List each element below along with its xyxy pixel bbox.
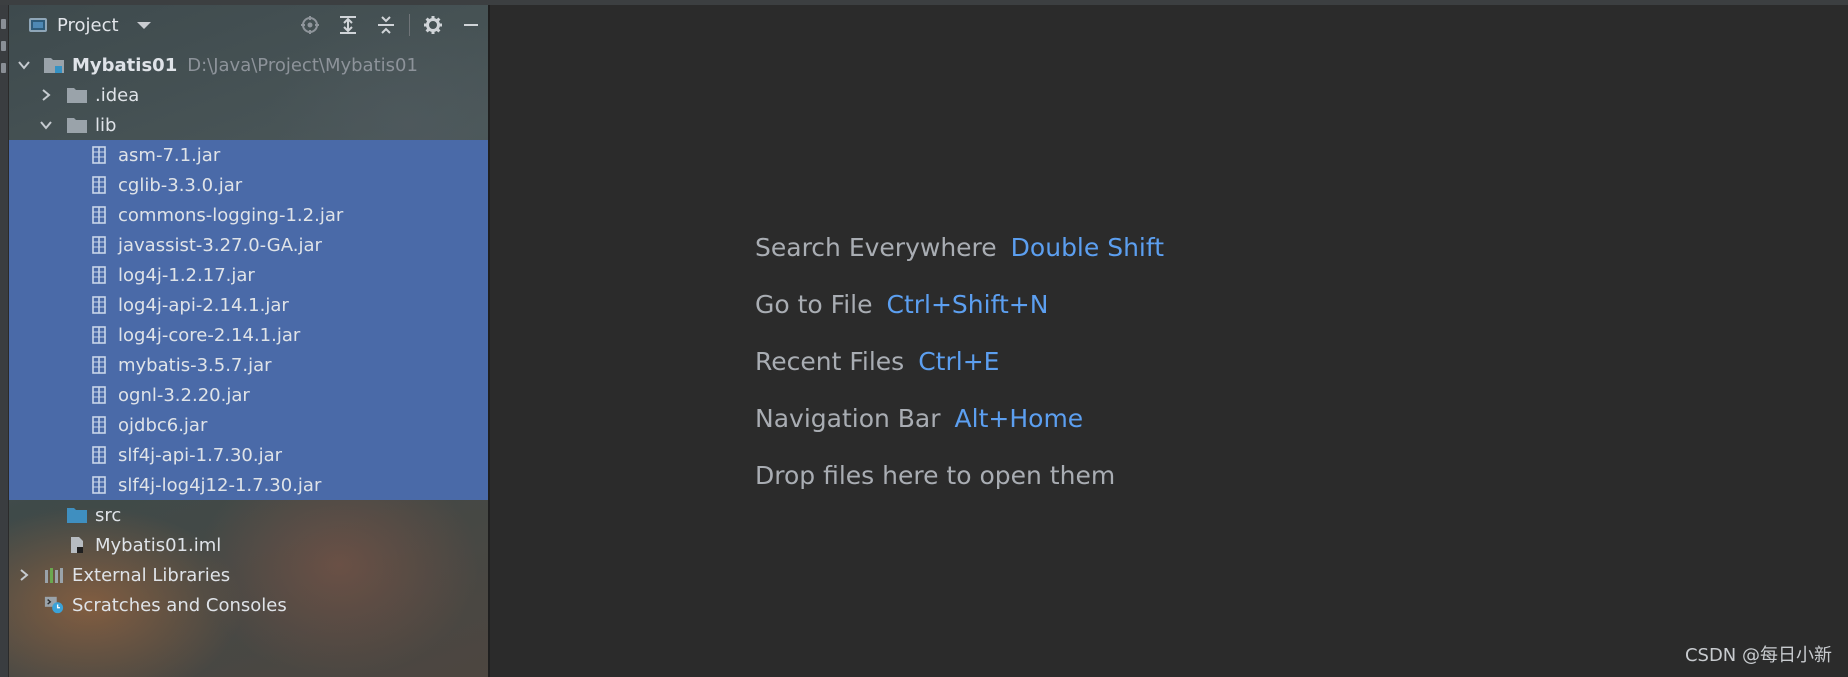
gear-icon[interactable] xyxy=(422,14,444,36)
project-panel-header: Project xyxy=(9,5,488,45)
tree-item-jar[interactable]: mybatis-3.5.7.jar xyxy=(9,350,488,380)
chevron-down-icon xyxy=(136,21,151,29)
tree-item-label: slf4j-api-1.7.30.jar xyxy=(118,444,283,466)
hint-shortcut: Ctrl+Shift+N xyxy=(886,290,1049,319)
jar-icon xyxy=(89,236,109,254)
tree-item-jar[interactable]: asm-7.1.jar xyxy=(9,140,488,170)
root-name: Mybatis01 xyxy=(72,54,178,76)
tree-item-lib[interactable]: lib xyxy=(9,110,488,140)
editor-empty-state[interactable]: Search Everywhere Double Shift Go to File… xyxy=(490,5,1848,677)
libraries-icon xyxy=(44,566,64,584)
jar-icon xyxy=(89,416,109,434)
chevron-right-icon[interactable] xyxy=(17,568,31,582)
iml-file-icon xyxy=(67,536,87,554)
tree-item-jar[interactable]: ognl-3.2.20.jar xyxy=(9,380,488,410)
jar-icon xyxy=(89,386,109,404)
tree-item-jar[interactable]: javassist-3.27.0-GA.jar xyxy=(9,230,488,260)
jar-icon xyxy=(89,446,109,464)
hint-shortcut: Alt+Home xyxy=(954,404,1084,433)
project-panel: Project Mybatis01 D:\Java\Project\Mybati… xyxy=(9,5,490,677)
jar-icon xyxy=(89,206,109,224)
tree-item-label: ojdbc6.jar xyxy=(118,414,208,436)
tree-item-label: cglib-3.3.0.jar xyxy=(118,174,243,196)
tree-item-jar[interactable]: log4j-core-2.14.1.jar xyxy=(9,320,488,350)
tree-item-jar[interactable]: slf4j-log4j12-1.7.30.jar xyxy=(9,470,488,500)
hint-navigation-bar: Navigation Bar Alt+Home xyxy=(755,404,1083,433)
chevron-down-icon[interactable] xyxy=(17,58,31,72)
tree-item-label: .idea xyxy=(95,84,140,106)
scratches-icon xyxy=(44,596,64,614)
tree-item-label: log4j-api-2.14.1.jar xyxy=(118,294,289,316)
jar-icon xyxy=(89,146,109,164)
minimize-icon[interactable] xyxy=(460,14,482,36)
hint-shortcut: Double Shift xyxy=(1010,233,1165,262)
hint-label: Navigation Bar xyxy=(755,404,941,433)
chevron-down-icon[interactable] xyxy=(39,118,53,132)
project-panel-title: Project xyxy=(57,14,119,36)
jar-icon xyxy=(89,266,109,284)
collapse-all-icon[interactable] xyxy=(375,14,397,36)
hint-recent-files: Recent Files Ctrl+E xyxy=(755,347,999,376)
watermark: CSDN @每日小新 xyxy=(1684,645,1832,666)
hint-search-everywhere: Search Everywhere Double Shift xyxy=(755,233,1164,262)
jar-icon xyxy=(89,296,109,314)
tree-item-label: log4j-core-2.14.1.jar xyxy=(118,324,301,346)
hint-label: Search Everywhere xyxy=(755,233,997,262)
tree-item-external-libraries[interactable]: External Libraries xyxy=(9,560,488,590)
tree-item-label: mybatis-3.5.7.jar xyxy=(118,354,272,376)
tree-item-label: Scratches and Consoles xyxy=(72,594,287,616)
jar-icon xyxy=(89,326,109,344)
folder-icon xyxy=(67,116,87,134)
project-view-selector[interactable]: Project xyxy=(29,15,151,36)
tree-item-label: log4j-1.2.17.jar xyxy=(118,264,255,286)
tree-item-label: ognl-3.2.20.jar xyxy=(118,384,250,406)
tree-item-iml[interactable]: Mybatis01.iml xyxy=(9,530,488,560)
tree-item-label: Mybatis01.iml xyxy=(95,534,222,556)
tree-item-label: slf4j-log4j12-1.7.30.jar xyxy=(118,474,322,496)
jar-icon xyxy=(89,356,109,374)
tree-item-label: javassist-3.27.0-GA.jar xyxy=(118,234,322,256)
hint-drop-files: Drop files here to open them xyxy=(755,461,1116,490)
hint-go-to-file: Go to File Ctrl+Shift+N xyxy=(755,290,1048,319)
jar-icon xyxy=(89,176,109,194)
hint-label: Recent Files xyxy=(755,347,905,376)
tree-item-jar[interactable]: ojdbc6.jar xyxy=(9,410,488,440)
tree-root-mybatis01[interactable]: Mybatis01 D:\Java\Project\Mybatis01 xyxy=(9,50,488,80)
left-tool-strip[interactable] xyxy=(0,5,9,677)
source-folder-icon xyxy=(67,506,87,524)
tree-item-label: External Libraries xyxy=(72,564,231,586)
tree-item-label: commons-logging-1.2.jar xyxy=(118,204,344,226)
jar-icon xyxy=(89,476,109,494)
tree-item-label: asm-7.1.jar xyxy=(118,144,221,166)
tool-strip-marker xyxy=(1,63,6,73)
tree-item-jar[interactable]: log4j-api-2.14.1.jar xyxy=(9,290,488,320)
module-folder-icon xyxy=(44,56,64,74)
locate-icon[interactable] xyxy=(299,14,321,36)
chevron-right-icon[interactable] xyxy=(39,88,53,102)
tree-item-jar[interactable]: log4j-1.2.17.jar xyxy=(9,260,488,290)
tool-strip-marker xyxy=(1,41,6,51)
tree-item-label: src xyxy=(95,504,122,526)
project-window-icon xyxy=(29,18,47,32)
header-separator xyxy=(409,14,410,36)
expand-all-icon[interactable] xyxy=(337,14,359,36)
hint-shortcut: Ctrl+E xyxy=(918,347,1000,376)
tree-item-label: lib xyxy=(95,114,117,136)
folder-icon xyxy=(67,86,87,104)
root-path: D:\Java\Project\Mybatis01 xyxy=(187,54,418,76)
tree-item-jar[interactable]: cglib-3.3.0.jar xyxy=(9,170,488,200)
tree-item-src[interactable]: src xyxy=(9,500,488,530)
hint-label: Go to File xyxy=(755,290,873,319)
tree-item-idea[interactable]: .idea xyxy=(9,80,488,110)
tree-item-jar[interactable]: commons-logging-1.2.jar xyxy=(9,200,488,230)
tool-strip-marker xyxy=(1,19,6,29)
tree-item-scratches[interactable]: Scratches and Consoles xyxy=(9,590,488,620)
tree-item-jar[interactable]: slf4j-api-1.7.30.jar xyxy=(9,440,488,470)
project-tree: Mybatis01 D:\Java\Project\Mybatis01 .idea… xyxy=(9,50,488,620)
